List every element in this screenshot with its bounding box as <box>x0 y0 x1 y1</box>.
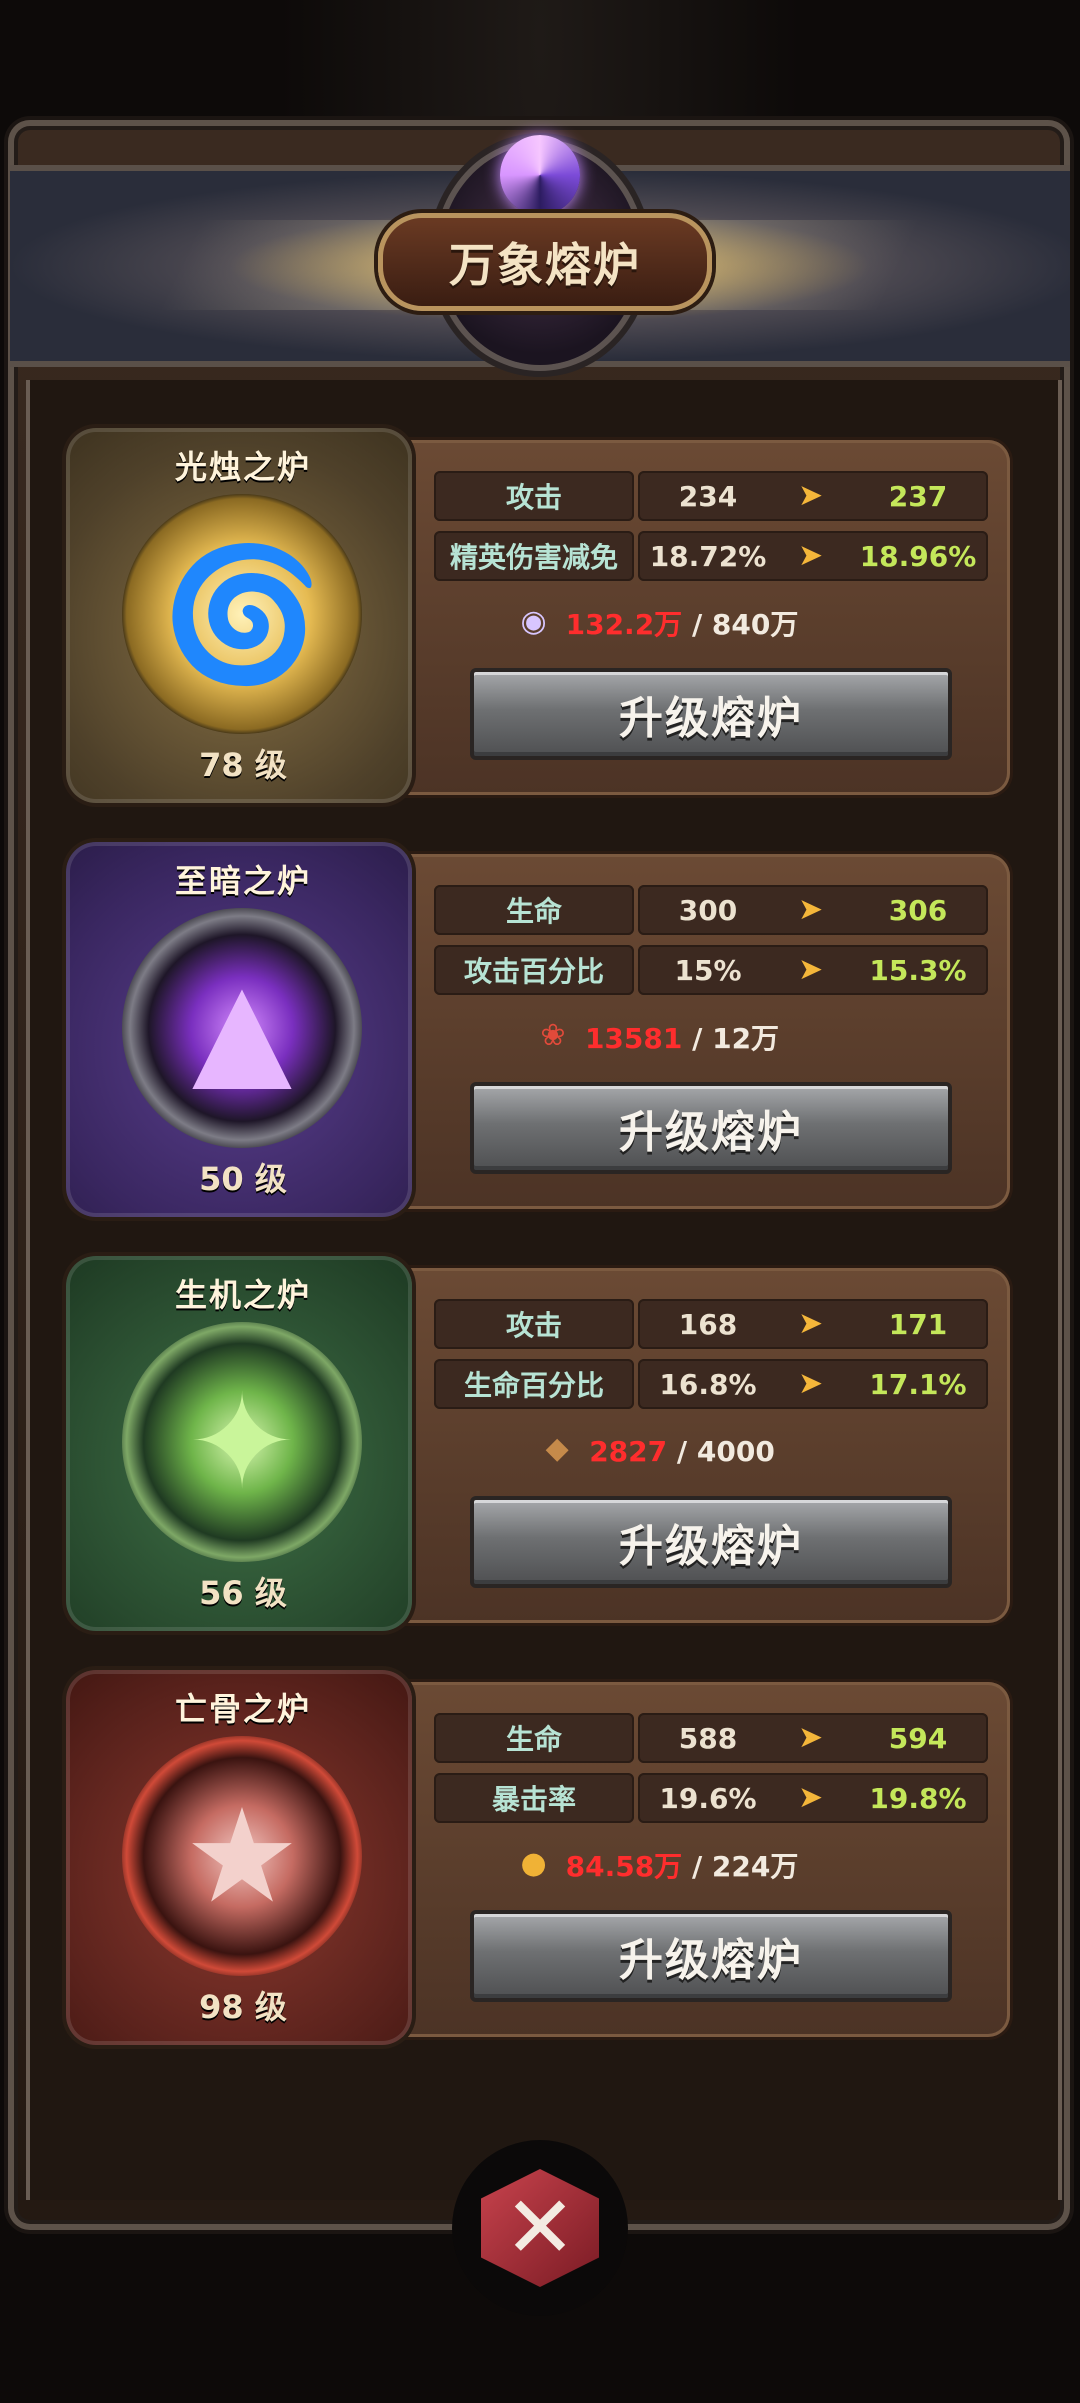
stat-label: 攻击 <box>434 1299 634 1349</box>
furnace-level: 78 级 <box>199 746 287 784</box>
stat-label: 生命 <box>434 1713 634 1763</box>
arrow-right-icon: ➤ <box>798 1780 824 1815</box>
arrow-right-icon: ➤ <box>798 478 824 513</box>
close-button[interactable]: ✕ <box>452 2140 628 2316</box>
cost-have: 84.58万 <box>565 1850 683 1883</box>
arrow-right-icon: ➤ <box>798 1306 824 1341</box>
upgrade-furnace-button[interactable]: 升级熔炉 <box>470 1910 952 2002</box>
stat-next: 19.8% <box>869 1782 967 1815</box>
stat-next: 17.1% <box>869 1368 967 1401</box>
flower-icon: ❀ <box>540 1018 566 1053</box>
arrow-right-icon: ➤ <box>798 952 824 987</box>
upgrade-cost: ◉ 132.2万 / 840万 <box>400 603 910 648</box>
swirl-emblem-icon <box>500 135 580 215</box>
upgrade-furnace-button[interactable]: 升级熔炉 <box>470 668 952 760</box>
cost-need: / 4000 <box>676 1435 775 1468</box>
furnace-row: ▲ 至暗之炉 50 级 生命 300 ➤ 306 攻击百分比 15% ➤ 15.… <box>66 842 1010 1217</box>
stat-next: 594 <box>888 1722 948 1755</box>
furnace-level: 56 级 <box>199 1574 287 1612</box>
furnace-level: 98 级 <box>199 1988 287 2026</box>
dark-triangle-glyph: ▲ <box>192 952 292 1104</box>
stat-current: 16.8% <box>659 1368 757 1401</box>
cost-need: / 12万 <box>692 1022 780 1055</box>
stat-next: 171 <box>888 1308 948 1341</box>
stat-current: 18.72% <box>649 540 767 573</box>
stat-label: 暴击率 <box>434 1773 634 1823</box>
exp-icon: ◉ <box>520 604 547 639</box>
furnace-name: 生机之炉 <box>174 1276 311 1314</box>
upgrade-cost: ● 84.58万 / 224万 <box>400 1845 910 1890</box>
stat-label: 攻击 <box>434 471 634 521</box>
stat-label: 生命 <box>434 885 634 935</box>
stat-next: 18.96% <box>859 540 977 573</box>
upgrade-cost: ◆ 2827 / 4000 <box>400 1431 910 1475</box>
stat-next: 15.3% <box>869 954 967 987</box>
furnace-name: 光烛之炉 <box>174 448 311 486</box>
arrow-right-icon: ➤ <box>798 1366 824 1401</box>
stat-label: 生命百分比 <box>434 1359 634 1409</box>
cost-need: / 224万 <box>691 1850 799 1883</box>
arrow-right-icon: ➤ <box>798 538 824 573</box>
furnace-row: ✦ 生机之炉 56 级 攻击 168 ➤ 171 生命百分比 16.8% ➤ 1… <box>66 1256 1010 1631</box>
stat-label: 攻击百分比 <box>434 945 634 995</box>
stat-current: 19.6% <box>659 1782 757 1815</box>
stat-current: 300 <box>678 894 738 927</box>
stat-current: 168 <box>678 1308 738 1341</box>
cost-have: 132.2万 <box>565 608 683 641</box>
upgrade-furnace-button[interactable]: 升级熔炉 <box>470 1082 952 1174</box>
cost-need: / 840万 <box>691 608 799 641</box>
upgrade-furnace-button[interactable]: 升级熔炉 <box>470 1496 952 1588</box>
upgrade-cost: ❀ 13581 / 12万 <box>400 1017 910 1062</box>
furnace-name: 至暗之炉 <box>174 862 311 900</box>
cost-have: 2827 <box>589 1435 668 1468</box>
stat-label: 精英伤害减免 <box>434 531 634 581</box>
cost-have: 13581 <box>584 1022 683 1055</box>
furnace-row: ★ 亡骨之炉 98 级 生命 588 ➤ 594 暴击率 19.6% ➤ 19.… <box>66 1670 1010 2045</box>
stat-current: 234 <box>678 480 738 513</box>
furnace-name: 亡骨之炉 <box>174 1690 311 1728</box>
golden-spiral-glyph: 🌀 <box>161 537 323 690</box>
close-icon: ✕ <box>481 2169 599 2287</box>
green-leaf-star-glyph: ✦ <box>187 1366 297 1518</box>
material-icon: ◆ <box>545 1431 569 1466</box>
furnace-row: 🌀 光烛之炉 78 级 攻击 234 ➤ 237 精英伤害减免 18.72% ➤… <box>66 428 1010 803</box>
page-title: 万象熔炉 <box>378 213 712 311</box>
gold-coin-icon: ● <box>520 1846 547 1881</box>
stat-current: 15% <box>674 954 742 987</box>
stat-next: 306 <box>888 894 948 927</box>
furnace-level: 50 级 <box>199 1160 287 1198</box>
arrow-right-icon: ➤ <box>798 892 824 927</box>
red-star-glyph: ★ <box>183 1780 301 1932</box>
arrow-right-icon: ➤ <box>798 1720 824 1755</box>
stat-next: 237 <box>888 480 948 513</box>
stat-current: 588 <box>678 1722 738 1755</box>
